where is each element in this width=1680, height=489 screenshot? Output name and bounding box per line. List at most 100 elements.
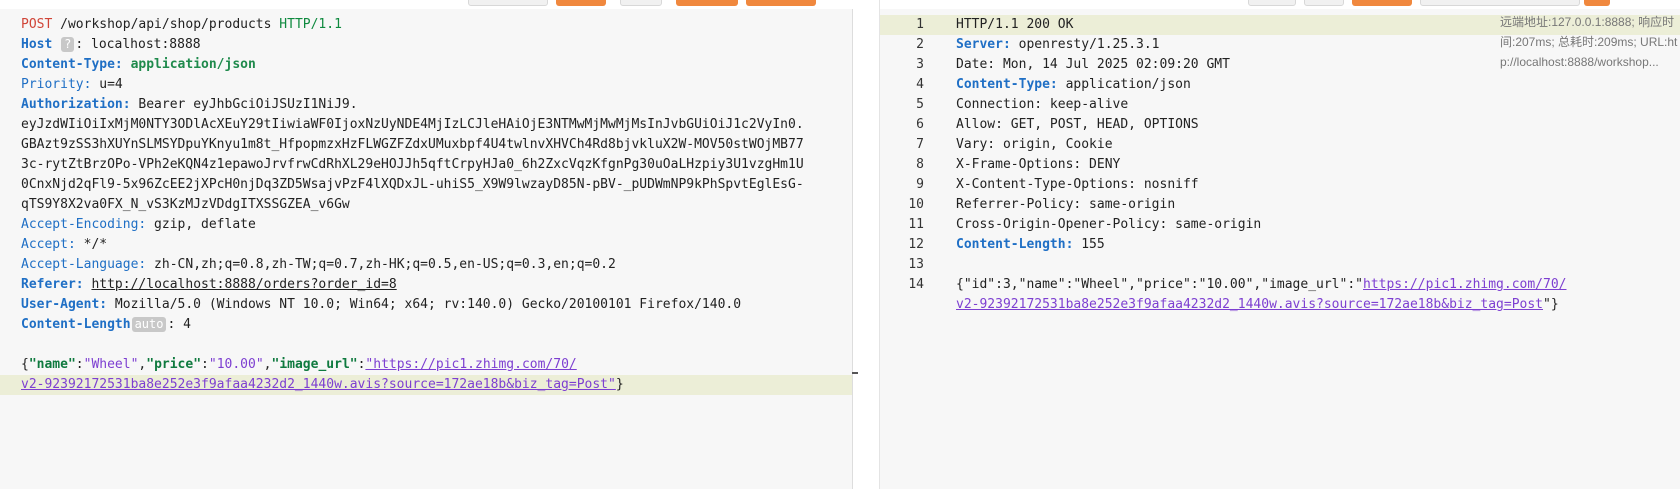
header-value: gzip, deflate bbox=[146, 217, 256, 232]
request-editor[interactable]: POST /workshop/api/shop/products HTTP/1.… bbox=[0, 9, 852, 489]
header-name: Content-Length bbox=[21, 317, 131, 332]
header-content-length: Content-Length auto: 4 bbox=[0, 315, 852, 335]
request-body-line: v2-92392172531ba8e252e3f9afaa4232d2_1440… bbox=[0, 375, 852, 395]
search-box[interactable] bbox=[1420, 0, 1580, 6]
header-value: application/json bbox=[122, 57, 256, 72]
header-text: X-Frame-Options: DENY bbox=[956, 157, 1121, 172]
header-text: Cross-Origin-Opener-Policy: same-origin bbox=[956, 217, 1262, 232]
header-name: Authorization: bbox=[21, 97, 131, 112]
line-number: 2 bbox=[916, 37, 924, 52]
auto-badge[interactable]: auto bbox=[131, 317, 167, 332]
header-text: X-Content-Type-Options: nosniff bbox=[956, 177, 1199, 192]
header-text: Date: Mon, 14 Jul 2025 02:09:20 GMT bbox=[956, 57, 1230, 72]
response-line: 12 Content-Length: 155 bbox=[880, 235, 1680, 255]
request-path: /workshop/api/shop/products bbox=[52, 17, 280, 32]
response-toolbar-strip bbox=[880, 0, 1680, 8]
line-number: 5 bbox=[916, 97, 924, 112]
header-accept: Accept: */* bbox=[0, 235, 852, 255]
header-text: Vary: origin, Cookie bbox=[956, 137, 1113, 152]
toolbar-button[interactable] bbox=[468, 0, 548, 6]
http-protocol: HTTP/1.1 bbox=[279, 17, 342, 32]
response-body-text: {"id":3,"name":"Wheel","price":"10.00","… bbox=[956, 277, 1363, 292]
request-line: POST /workshop/api/shop/products HTTP/1.… bbox=[0, 15, 852, 35]
token-line: 3c-rytZtBrzOPo-VPh2eKQN4z1epawoJrvfrwCdR… bbox=[21, 157, 804, 172]
line-number: 4 bbox=[916, 77, 924, 92]
header-user-agent: User-Agent: Mozilla/5.0 (Windows NT 10.0… bbox=[0, 295, 852, 315]
header-priority: Priority: u=4 bbox=[0, 75, 852, 95]
header-text: Referrer-Policy: same-origin bbox=[956, 197, 1176, 212]
header-value: u=4 bbox=[91, 77, 123, 92]
header-value: Bearer eyJhbGciOiJSUzI1NiJ9. bbox=[130, 97, 358, 112]
header-value: zh-CN,zh;q=0.8,zh-TW;q=0.7,zh-HK;q=0.5,e… bbox=[146, 257, 616, 272]
header-value: application/json bbox=[1057, 77, 1191, 92]
editor-gutter bbox=[852, 9, 853, 489]
header-value: */* bbox=[75, 237, 108, 252]
response-viewer[interactable]: 1 HTTP/1.1 200 OK 2 Server: openresty/1.25… bbox=[880, 9, 1680, 489]
response-line: 11 Cross-Origin-Opener-Policy: same-origi… bbox=[880, 215, 1680, 235]
header-text: Connection: keep-alive bbox=[956, 97, 1129, 112]
http-method: POST bbox=[21, 17, 53, 32]
header-name: Content-Length: bbox=[956, 237, 1074, 252]
header-text: Allow: GET, POST, HEAD, OPTIONS bbox=[956, 117, 1199, 132]
response-meta-info: 远端地址:127.0.0.1:8888; 响应时 间:207ms; 总耗时:20… bbox=[1500, 12, 1680, 72]
line-number: 14 bbox=[908, 277, 924, 292]
header-host: Host ?: localhost:8888 bbox=[0, 35, 852, 55]
token-line: qTS9Y8X2va0FX_N_vS3KzMJzVDdgITXSSGZEA_v6… bbox=[21, 197, 350, 212]
response-url[interactable]: v2-92392172531ba8e252e3f9afaa4232d2_1440… bbox=[956, 297, 1543, 312]
toolbar-button[interactable] bbox=[1352, 0, 1412, 6]
status-line: HTTP/1.1 200 OK bbox=[956, 17, 1074, 32]
request-toolbar-strip bbox=[0, 0, 852, 8]
header-authorization: Authorization: Bearer eyJhbGciOiJSUzI1Ni… bbox=[0, 95, 852, 115]
line-number: 10 bbox=[908, 197, 924, 212]
header-name: Content-Type: bbox=[21, 57, 123, 72]
json-key: "image_url" bbox=[271, 357, 358, 372]
header-value: 155 bbox=[1073, 237, 1105, 252]
line-number: 7 bbox=[916, 137, 924, 152]
meta-line: 远端地址:127.0.0.1:8888; 响应时 bbox=[1500, 15, 1675, 29]
toolbar-button[interactable] bbox=[556, 0, 606, 6]
json-key: "name" bbox=[28, 357, 76, 372]
toolbar-button[interactable] bbox=[1304, 0, 1344, 6]
header-content-type: Content-Type: application/json bbox=[0, 55, 852, 75]
json-url[interactable]: v2-92392172531ba8e252e3f9afaa4232d2_1440… bbox=[21, 377, 616, 392]
toolbar-button[interactable] bbox=[746, 0, 816, 6]
json-value: "10.00" bbox=[208, 357, 264, 372]
line-number: 6 bbox=[916, 117, 924, 132]
help-badge[interactable]: ? bbox=[61, 37, 75, 52]
header-name: Referer: bbox=[21, 277, 84, 292]
token-line: 0CnxNjd2qFl9-5x96ZcEE2jXPcH0njDq3ZD5Wsaj… bbox=[21, 177, 804, 192]
header-name: Host bbox=[21, 37, 53, 52]
response-body-text: "} bbox=[1543, 297, 1559, 312]
response-line: 4 Content-Type: application/json bbox=[880, 75, 1680, 95]
toolbar-button[interactable] bbox=[620, 0, 662, 6]
pane-divider[interactable] bbox=[858, 0, 880, 489]
token-line: eyJzdWIiOiIxMjM0NTY3ODlAcXEuY29tIiwiaWF0… bbox=[21, 117, 804, 132]
search-button[interactable] bbox=[1584, 0, 1610, 6]
line-number: 9 bbox=[916, 177, 924, 192]
response-line: v2-92392172531ba8e252e3f9afaa4232d2_1440… bbox=[880, 295, 1680, 315]
header-accept-encoding: Accept-Encoding: gzip, deflate bbox=[0, 215, 852, 235]
toolbar-button[interactable] bbox=[676, 0, 738, 6]
referer-link[interactable]: http://localhost:8888/orders?order_id=8 bbox=[91, 277, 396, 292]
token-line: GBAzt9zSS3hXUYnSLMSYDpuYKnyu1m8t_Hfpopmz… bbox=[21, 137, 804, 152]
header-value: Mozilla/5.0 (Windows NT 10.0; Win64; x64… bbox=[107, 297, 742, 312]
response-line: 7 Vary: origin, Cookie bbox=[880, 135, 1680, 155]
header-name: Content-Type: bbox=[956, 77, 1058, 92]
response-line: 9 X-Content-Type-Options: nosniff bbox=[880, 175, 1680, 195]
line-number: 11 bbox=[908, 217, 924, 232]
header-value: openresty/1.25.3.1 bbox=[1010, 37, 1160, 52]
line-number: 8 bbox=[916, 157, 924, 172]
response-url[interactable]: https://pic1.zhimg.com/70/ bbox=[1363, 277, 1567, 292]
line-number: 13 bbox=[908, 257, 924, 272]
header-referer: Referer: http://localhost:8888/orders?or… bbox=[0, 275, 852, 295]
json-url[interactable]: "https://pic1.zhimg.com/70/ bbox=[365, 357, 576, 372]
header-name: Accept-Encoding: bbox=[21, 217, 147, 232]
header-accept-language: Accept-Language: zh-CN,zh;q=0.8,zh-TW;q=… bbox=[0, 255, 852, 275]
request-body-line: {"name":"Wheel","price":"10.00","image_u… bbox=[21, 357, 577, 372]
response-line: 8 X-Frame-Options: DENY bbox=[880, 155, 1680, 175]
meta-line: p://localhost:8888/workshop... bbox=[1500, 55, 1659, 69]
toolbar-button[interactable] bbox=[1248, 0, 1296, 6]
header-name: Server: bbox=[956, 37, 1011, 52]
response-line: 6 Allow: GET, POST, HEAD, OPTIONS bbox=[880, 115, 1680, 135]
